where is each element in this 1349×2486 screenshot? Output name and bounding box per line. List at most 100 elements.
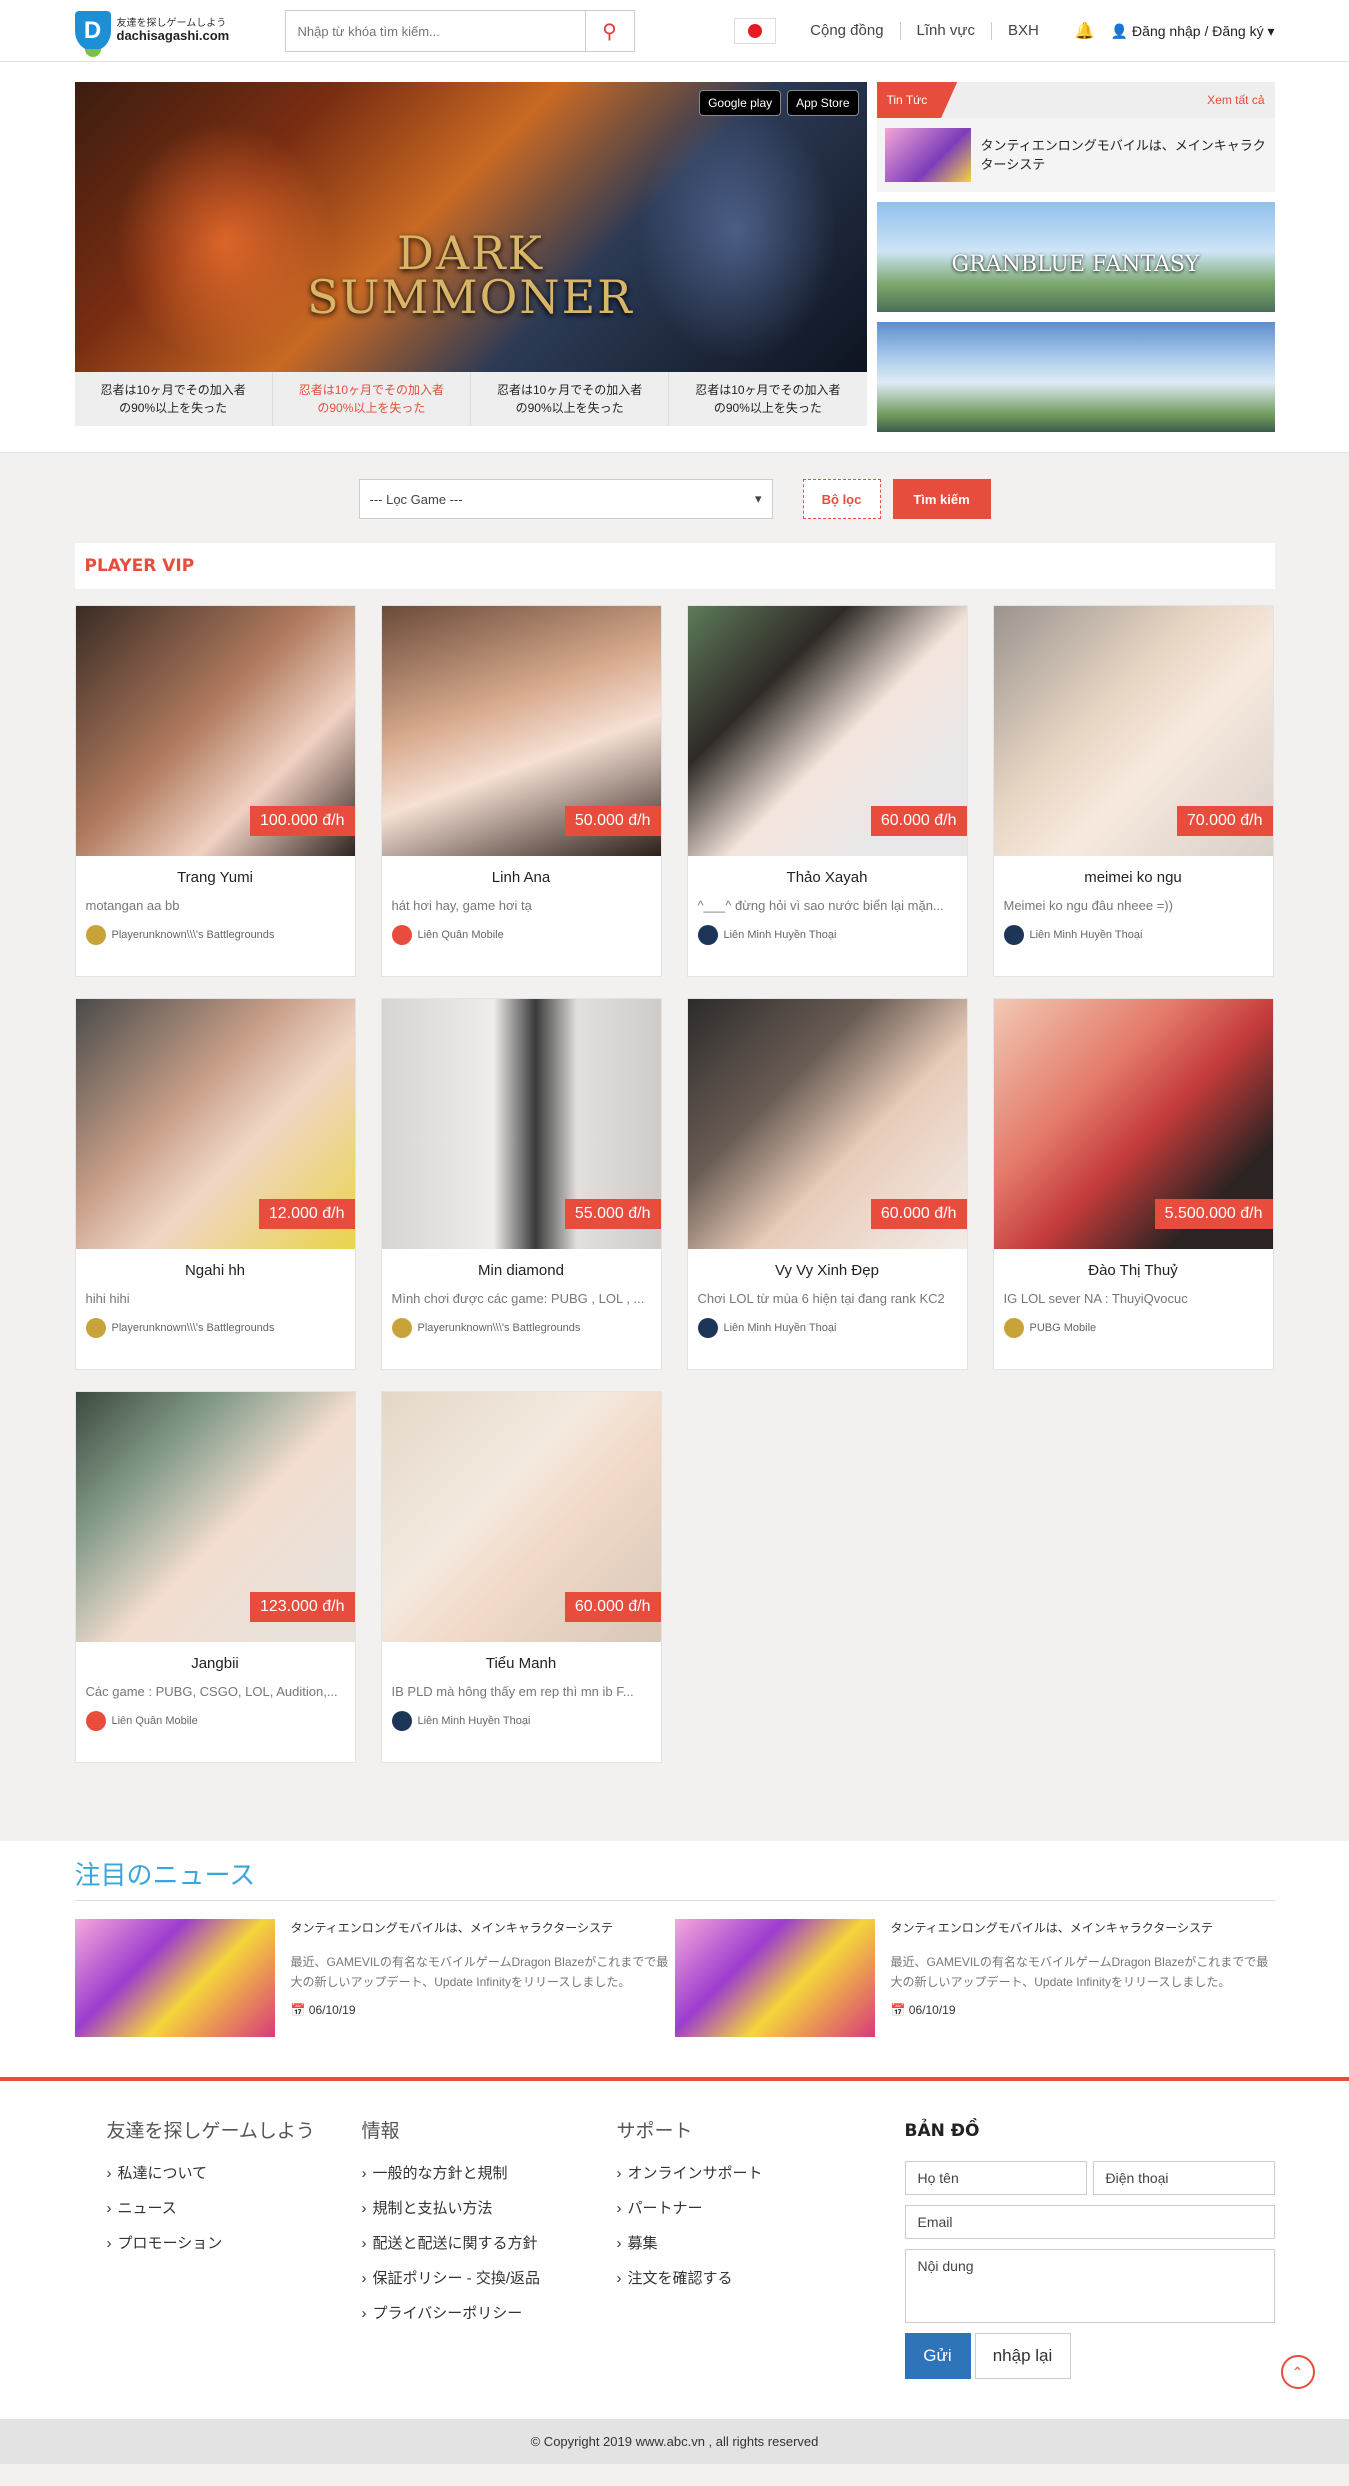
main-banner[interactable]: Google play App Store DARK SUMMONER — [74, 82, 867, 372]
banner-tab[interactable]: 忍者は10ヶ月でその加入者 の90%以上を失った — [669, 372, 866, 426]
footer-link[interactable]: 募集 — [617, 2232, 840, 2253]
phone-field[interactable]: Điện thoại — [1092, 2161, 1275, 2195]
player-photo: 70.000 đ/h — [993, 606, 1273, 856]
player-price: 60.000 đ/h — [564, 1592, 661, 1622]
featured-item-title[interactable]: タンティエンロングモバイルは、メインキャラクターシステ — [291, 1919, 671, 1936]
side-banner-title: GRANBLUE FANTASY — [951, 252, 1200, 277]
email-field[interactable]: Email — [904, 2205, 1275, 2239]
featured-item[interactable]: タンティエンロングモバイルは、メインキャラクターシステ 最近、GAMEVILの有… — [674, 1919, 1275, 2037]
player-description: IB PLD mà hông thấy em rep thì mn ib F..… — [391, 1684, 634, 1699]
player-description: hát hơi hay, game hơi tạ — [391, 898, 532, 913]
footer-link[interactable]: ニュース — [107, 2197, 330, 2218]
banner-title: DARK SUMMONER — [75, 230, 867, 324]
pubg-game-icon — [391, 1318, 412, 1338]
footer-link[interactable]: 一般的な方針と規制 — [362, 2162, 585, 2183]
footer-link[interactable]: 規制と支払い方法 — [362, 2197, 585, 2218]
chevron-up-icon: ⌃ — [1291, 2363, 1304, 2380]
side-banner-landscape[interactable] — [876, 322, 1275, 432]
player-price: 70.000 đ/h — [1176, 806, 1273, 836]
banner-title-line2: SUMMONER — [307, 269, 634, 324]
top-section: Google play App Store DARK SUMMONER 忍者は1… — [0, 62, 1349, 453]
nav-ranking[interactable]: BXH — [990, 22, 1055, 40]
footer-link[interactable]: 保証ポリシー - 交換/返品 — [362, 2267, 585, 2288]
player-card[interactable]: 123.000 đ/h Jangbii Các game : PUBG, CSG… — [74, 1391, 356, 1763]
player-game: Liên Quân Mobile — [382, 925, 661, 945]
side-news-item[interactable]: タンティエンロングモバイルは、メインキャラクターシステ — [876, 118, 1275, 192]
game-filter-select[interactable]: --- Lọc Game --- ▾ — [358, 479, 773, 519]
search-button[interactable]: ⚲ — [584, 10, 635, 52]
content-field[interactable]: Nội dung — [904, 2249, 1275, 2323]
player-price: 100.000 đ/h — [249, 806, 355, 836]
footer-link[interactable]: 私達について — [107, 2162, 330, 2183]
lien-quan-game-icon — [85, 1711, 106, 1731]
footer-link[interactable]: 注文を確認する — [617, 2267, 840, 2288]
scroll-top-button[interactable]: ⌃ — [1280, 2355, 1315, 2389]
login-label: Đăng nhập / Đăng ký — [1132, 22, 1264, 39]
featured-date-value: 06/10/19 — [908, 2002, 956, 2017]
see-all-link[interactable]: Xem tất cả — [1207, 93, 1274, 107]
player-game: Liên Minh Huyền Thoại — [994, 925, 1273, 945]
footer-link[interactable]: プライバシーポリシー — [362, 2302, 585, 2323]
filter-search-button[interactable]: Tìm kiếm — [892, 479, 991, 519]
name-field[interactable]: Họ tên — [904, 2161, 1087, 2195]
banner-tab[interactable]: 忍者は10ヶ月でその加入者 の90%以上を失った — [75, 372, 273, 426]
player-card[interactable]: 60.000 đ/h Thảo Xayah ^___^ đừng hỏi vì … — [686, 605, 968, 977]
player-card[interactable]: 5.500.000 đ/h Đào Thị Thuỷ IG LOL sever … — [992, 998, 1274, 1370]
player-game-label: Liên Minh Huyền Thoại — [723, 929, 837, 941]
banner-tab[interactable]: 忍者は10ヶ月でその加入者 の90%以上を失った — [471, 372, 670, 426]
lmht-game-icon — [697, 1318, 718, 1338]
banner-tab-line: の90%以上を失った — [317, 401, 426, 415]
language-selector[interactable] — [734, 18, 777, 44]
footer-link[interactable]: 配送と配送に関する方針 — [362, 2232, 585, 2253]
player-card[interactable]: 70.000 đ/h meimei ko ngu Meimei ko ngu đ… — [992, 605, 1274, 977]
player-photo: 5.500.000 đ/h — [993, 999, 1273, 1249]
nav-community[interactable]: Cộng đồng — [794, 22, 899, 40]
footer-col-title: サポート — [616, 2121, 693, 2142]
game-filter-value: --- Lọc Game --- — [369, 491, 463, 507]
player-name: Ngahi hh — [184, 1262, 246, 1279]
search-icon: ⚲ — [602, 20, 617, 43]
search-input[interactable] — [284, 10, 585, 52]
featured-item[interactable]: タンティエンロングモバイルは、メインキャラクターシステ 最近、GAMEVILの有… — [74, 1919, 675, 2037]
player-card[interactable]: 100.000 đ/h Trang Yumi motangan aa bb Pl… — [74, 605, 356, 977]
side-news: Tin Tức Xem tất cả タンティエンロングモバイルは、メインキャラ… — [876, 82, 1275, 432]
nav-fields[interactable]: Lĩnh vực — [899, 22, 991, 40]
player-game: Liên Minh Huyền Thoại — [688, 1318, 967, 1338]
player-photo: 55.000 đ/h — [381, 999, 661, 1249]
filter-button[interactable]: Bộ lọc — [802, 479, 881, 519]
filter-bar: --- Lọc Game --- ▾ Bộ lọc Tìm kiếm — [75, 479, 1275, 519]
player-card[interactable]: 60.000 đ/h Tiểu Manh IB PLD mà hông thấy… — [380, 1391, 662, 1763]
player-card[interactable]: 50.000 đ/h Linh Ana hát hơi hay, game hơ… — [380, 605, 662, 977]
player-photo: 60.000 đ/h — [687, 999, 967, 1249]
player-price: 60.000 đ/h — [870, 1199, 967, 1229]
player-card[interactable]: 12.000 đ/h Ngahi hh hihi hihi Playerunkn… — [74, 998, 356, 1370]
logo[interactable]: D 友達を探しゲームしよう dachisagashi.com — [74, 11, 285, 57]
featured-item-title[interactable]: タンティエンロングモバイルは、メインキャラクターシステ — [891, 1919, 1271, 1936]
bell-icon[interactable]: 🔔 — [1075, 21, 1095, 41]
player-card[interactable]: 60.000 đ/h Vy Vy Xinh Đẹp Chơi LOL từ mù… — [686, 998, 968, 1370]
google-play-badge[interactable]: Google play — [699, 90, 782, 116]
reset-button[interactable]: nhập lại — [974, 2333, 1071, 2379]
side-banner-granblue[interactable]: GRANBLUE FANTASY — [876, 202, 1275, 312]
login-register-link[interactable]: 👤 Đăng nhập / Đăng ký ▾ — [1111, 23, 1275, 40]
player-price: 55.000 đ/h — [564, 1199, 661, 1229]
player-game-label: Playerunknown\\\'s Battlegrounds — [417, 1322, 581, 1334]
banner-tabs: 忍者は10ヶ月でその加入者 の90%以上を失った 忍者は10ヶ月でその加入者 の90… — [74, 372, 867, 426]
player-game: Playerunknown\\\'s Battlegrounds — [382, 1318, 661, 1338]
app-store-badge[interactable]: App Store — [787, 90, 859, 116]
lmht-game-icon — [391, 1711, 412, 1731]
banner-tab-active[interactable]: 忍者は10ヶ月でその加入者 の90%以上を失った — [273, 372, 471, 426]
banner-tab-line: 忍者は10ヶ月でその加入者 — [496, 383, 643, 397]
featured-image — [74, 1919, 275, 2037]
player-game-label: Playerunknown\\\'s Battlegrounds — [111, 1322, 275, 1334]
send-button[interactable]: Gửi — [904, 2333, 971, 2379]
footer-link[interactable]: オンラインサポート — [617, 2162, 840, 2183]
player-card[interactable]: 55.000 đ/h Min diamond Mình chơi được cá… — [380, 998, 662, 1370]
player-description: Meimei ko ngu đâu nheee =)) — [1003, 898, 1173, 913]
select-caret-icon: ▾ — [754, 491, 762, 506]
footer-link[interactable]: パートナー — [617, 2197, 840, 2218]
banner-tab-line: 忍者は10ヶ月でその加入者 — [695, 383, 841, 397]
player-name: meimei ko ngu — [1084, 869, 1182, 886]
footer-link[interactable]: プロモーション — [107, 2232, 330, 2253]
contact-form: BẢN ĐỒ Họ tên Điện thoại Email Nội dung … — [904, 2121, 1275, 2379]
